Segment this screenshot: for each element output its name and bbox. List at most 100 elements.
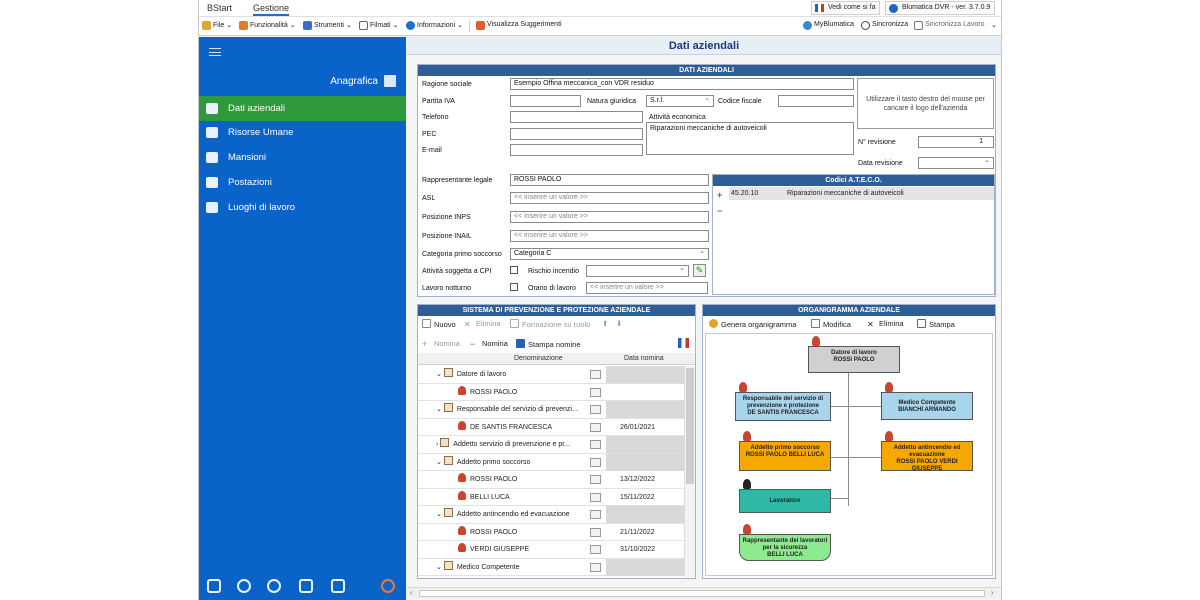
- row-date[interactable]: 31/10/2022: [606, 541, 684, 558]
- grid-row[interactable]: ROSSI PAOLO: [418, 384, 684, 401]
- org-node-datore[interactable]: Datore di lavoro ROSSI PAOLO: [808, 346, 900, 373]
- telefono-input[interactable]: [510, 111, 643, 123]
- gear-person-icon[interactable]: [267, 579, 281, 593]
- toolbar-more-button[interactable]: ⌄: [991, 21, 997, 29]
- grid-row[interactable]: › Addetto servizio di prevenzione e pr..…: [418, 436, 684, 454]
- version-button[interactable]: Blumatica DVR - ver. 3.7.0.9: [885, 1, 996, 15]
- scrollbar-thumb[interactable]: [419, 590, 985, 597]
- grid-row[interactable]: VERDI GIUSEPPE 31/10/2022: [418, 541, 684, 559]
- sidebar-item-dati-aziendali[interactable]: Dati aziendali: [199, 96, 406, 121]
- myblumatica-button[interactable]: MyBlumatica: [803, 21, 854, 30]
- notturno-checkbox[interactable]: [510, 283, 518, 291]
- grid-row[interactable]: BELLI LUCA 15/11/2022: [418, 489, 684, 506]
- col-denominazione[interactable]: Denominazione: [514, 353, 563, 365]
- ragione-sociale-input[interactable]: Esempio Offina meccanica_con VDR residuo: [510, 78, 854, 90]
- filmati-menu[interactable]: Filmati ⌄: [359, 21, 398, 30]
- natura-giuridica-select[interactable]: S.r.l.: [646, 95, 714, 107]
- scrollbar-thumb[interactable]: [686, 368, 694, 484]
- calendar-icon[interactable]: [590, 492, 601, 502]
- main-horizontal-scrollbar[interactable]: ‹ ›: [407, 587, 1001, 598]
- ateco-row[interactable]: 45.20.10 Riparazioni meccaniche di autov…: [729, 187, 994, 200]
- grid-row[interactable]: DE SANTIS FRANCESCA 26/01/2021: [418, 419, 684, 436]
- remove-ateco-button[interactable]: −: [717, 206, 722, 216]
- row-date[interactable]: 15/11/2022: [606, 489, 684, 506]
- grid-row[interactable]: ROSSI PAOLO 13/12/2022: [418, 471, 684, 489]
- asl-input[interactable]: << inserire un valore >>: [510, 192, 709, 204]
- scroll-left-icon[interactable]: ‹: [410, 588, 413, 597]
- sidebar-item-mansioni[interactable]: Mansioni: [199, 145, 406, 170]
- move-down-icon[interactable]: ⬇: [616, 319, 622, 328]
- data-revisione-picker[interactable]: [918, 157, 994, 169]
- scroll-right-icon[interactable]: ›: [991, 588, 994, 597]
- hamburger-menu-icon[interactable]: [209, 48, 221, 56]
- calendar-icon[interactable]: [590, 387, 601, 397]
- row-date[interactable]: 13/12/2022: [606, 471, 684, 488]
- sincronizza-lavoro-button[interactable]: Sincronizza Lavoro: [914, 21, 985, 30]
- calendar-icon[interactable]: [590, 545, 601, 554]
- inps-input[interactable]: << inserire un valore >>: [510, 211, 709, 223]
- calendar-icon[interactable]: [590, 422, 601, 432]
- logo-dropzone[interactable]: Utilizzare il tasto destro del mouse per…: [857, 78, 994, 129]
- orario-input[interactable]: << inserire un valore >>: [586, 282, 708, 294]
- suggerimenti-button[interactable]: Visualizza Suggerimenti: [476, 21, 562, 30]
- calendar-icon[interactable]: [590, 370, 601, 379]
- row-date[interactable]: [606, 384, 684, 401]
- modifica-button[interactable]: Modifica: [811, 319, 851, 329]
- partita-iva-input[interactable]: [510, 95, 581, 107]
- grid-row[interactable]: ⌄ Medico Competente: [418, 558, 684, 576]
- calendar-icon[interactable]: [590, 405, 601, 414]
- move-up-icon[interactable]: ⬆: [602, 319, 608, 328]
- elimina-org-button[interactable]: ✕ Elimina: [867, 319, 904, 329]
- elimina-button[interactable]: ✕ Elimina: [464, 319, 501, 329]
- stampa-nomine-button[interactable]: Stampa nomine: [516, 339, 581, 349]
- sidebar-item-luoghi-di-lavoro[interactable]: Luoghi di lavoro: [199, 195, 406, 220]
- stampa-button[interactable]: Stampa: [917, 319, 955, 329]
- fire-risk-edit-icon[interactable]: ✎: [693, 264, 706, 277]
- tools-icon[interactable]: [237, 579, 251, 593]
- col-data-nomina[interactable]: Data nomina: [624, 353, 664, 365]
- rischio-incendio-select[interactable]: [586, 265, 689, 277]
- formazione-button[interactable]: Formazione su ruolo: [510, 319, 590, 329]
- calendar-icon[interactable]: [590, 457, 601, 467]
- pec-input[interactable]: [510, 128, 643, 140]
- n-revisione-stepper[interactable]: 1: [918, 136, 994, 148]
- calendar-icon[interactable]: [590, 562, 601, 572]
- org-node-medico[interactable]: Medico Competente BIANCHI ARMANDO: [881, 392, 973, 420]
- tab-bstart[interactable]: BStart: [207, 3, 232, 13]
- how-to-button[interactable]: Vedi come si fa: [811, 1, 881, 15]
- tab-gestione[interactable]: Gestione: [253, 3, 290, 16]
- add-ateco-button[interactable]: +: [717, 190, 722, 200]
- grid-row[interactable]: ⌄ Responsabile del servizio di prevenzi.…: [418, 401, 684, 419]
- org-node-rspp[interactable]: Responsabile del servizio di prevenzione…: [735, 392, 831, 421]
- strumenti-menu[interactable]: Strumenti ⌄: [303, 21, 352, 30]
- edit-icon[interactable]: [299, 579, 313, 593]
- calendar-icon[interactable]: [590, 475, 601, 484]
- primo-soccorso-select[interactable]: Categoria C: [510, 248, 709, 260]
- settings-cog-icon[interactable]: [381, 579, 395, 593]
- sincronizza-button[interactable]: Sincronizza: [861, 21, 908, 30]
- nomina-remove-button[interactable]: − Nomina: [470, 339, 508, 349]
- org-node-lavoratore[interactable]: Lavoratore: [739, 489, 831, 513]
- sidebar-item-postazioni[interactable]: Postazioni: [199, 170, 406, 195]
- print-icon[interactable]: [331, 579, 345, 593]
- informazioni-menu[interactable]: Informazioni ⌄: [406, 21, 463, 30]
- grid-row[interactable]: ⌄ Addetto antincendio ed evacuazione: [418, 506, 684, 524]
- inail-input[interactable]: << inserire un valore >>: [510, 230, 709, 242]
- calendar-icon[interactable]: [590, 510, 601, 519]
- file-menu[interactable]: File ⌄: [202, 21, 232, 30]
- calendar-icon[interactable]: [590, 527, 601, 537]
- grid-row[interactable]: ⌄ Datore di lavoro: [418, 366, 684, 384]
- sidebar-item-risorse-umane[interactable]: Risorse Umane: [199, 120, 406, 145]
- email-input[interactable]: [510, 144, 643, 156]
- org-node-rls[interactable]: Rappresentante dei lavoratori per la sic…: [739, 534, 831, 561]
- building-icon[interactable]: [207, 579, 221, 593]
- grid-row[interactable]: ROSSI PAOLO 21/11/2022: [418, 524, 684, 541]
- org-node-primo-soccorso[interactable]: Addetto primo soccorso ROSSI PAOLO BELLI …: [739, 441, 831, 471]
- funzionalita-menu[interactable]: Funzionalità ⌄: [239, 21, 296, 30]
- org-node-antincendio[interactable]: Addetto antincendio ed evacuazione ROSSI …: [881, 441, 973, 472]
- row-date[interactable]: 21/11/2022: [606, 524, 684, 541]
- grid-row[interactable]: ⌄ Addetto primo soccorso: [418, 453, 684, 471]
- calendar-icon[interactable]: [590, 440, 601, 449]
- nuovo-button[interactable]: Nuovo: [422, 319, 456, 329]
- row-date[interactable]: 26/01/2021: [606, 419, 684, 436]
